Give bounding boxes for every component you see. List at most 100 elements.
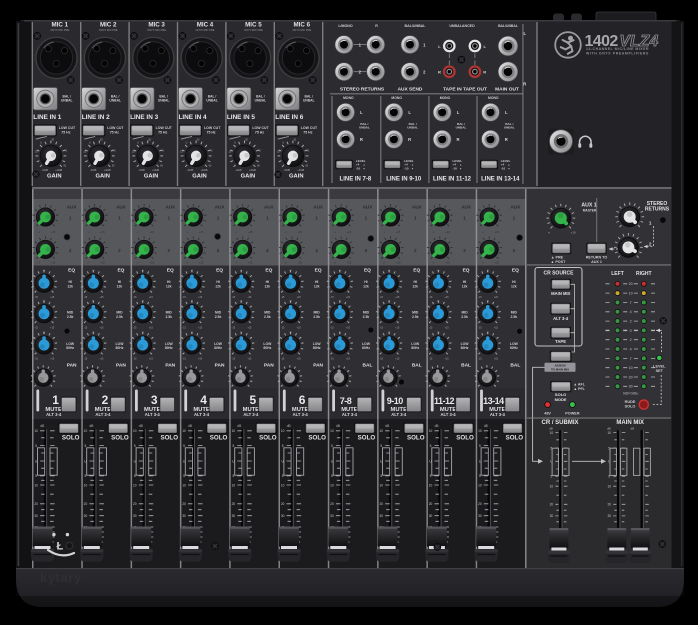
svg-text:UNBALANCED: UNBALANCED	[449, 24, 475, 28]
svg-text:AUX: AUX	[412, 205, 423, 210]
svg-text:LINE IN 4: LINE IN 4	[179, 114, 207, 121]
svg-text:L: L	[360, 110, 363, 115]
svg-text:dB: dB	[40, 424, 44, 428]
svg-text:R: R	[360, 137, 363, 142]
svg-text:5: 5	[134, 444, 136, 448]
svg-text:12k: 12k	[511, 284, 517, 288]
svg-text:10: 10	[133, 483, 137, 487]
svg-text:2.5k: 2.5k	[461, 315, 468, 319]
svg-text:ALT 3-4: ALT 3-4	[95, 412, 111, 417]
svg-text:HI: HI	[216, 280, 219, 284]
svg-text:dB: dB	[549, 426, 553, 430]
svg-text:∞: ∞	[186, 231, 188, 234]
svg-text:20: 20	[629, 282, 633, 286]
svg-text:75 Hz: 75 Hz	[61, 130, 70, 134]
svg-text:LINE IN 3: LINE IN 3	[130, 114, 158, 121]
svg-text:20: 20	[133, 502, 137, 506]
svg-text:▼: ▼	[508, 167, 510, 170]
svg-text:+15: +15	[149, 326, 154, 329]
svg-text:∞: ∞	[285, 231, 287, 234]
svg-text:MAIN MIX: MAIN MIX	[616, 420, 644, 426]
svg-text:2: 2	[513, 248, 516, 253]
svg-text:BAL: BAL	[461, 362, 471, 368]
svg-text:+15: +15	[445, 296, 450, 299]
svg-text:MAIN OUT: MAIN OUT	[495, 87, 519, 93]
svg-text:1: 1	[649, 221, 652, 226]
svg-text:SET: SET	[656, 369, 664, 373]
svg-text:10: 10	[429, 483, 433, 487]
svg-text:30: 30	[182, 514, 186, 518]
svg-text:R: R	[375, 24, 378, 28]
svg-text:12k: 12k	[117, 284, 123, 288]
svg-text:UNBAL: UNBAL	[255, 99, 267, 103]
svg-text:0dB=0dBu: 0dB=0dBu	[623, 392, 639, 396]
svg-text:LOW CUT: LOW CUT	[59, 126, 76, 130]
svg-text:LEVEL: LEVEL	[653, 364, 666, 368]
svg-text:▼: ▼	[363, 167, 365, 170]
svg-text:STEREO RETURNS: STEREO RETURNS	[340, 87, 385, 93]
svg-text:30: 30	[34, 514, 38, 518]
svg-text:SOLO: SOLO	[308, 434, 326, 441]
svg-text:SOLO: SOLO	[407, 434, 425, 441]
svg-text:dB: dB	[89, 424, 93, 428]
svg-text:5: 5	[232, 474, 234, 478]
svg-text:80Hz: 80Hz	[165, 346, 173, 350]
svg-text:MIC 1: MIC 1	[52, 22, 69, 29]
svg-text:dB: dB	[607, 426, 611, 430]
svg-text:MONO: MONO	[343, 96, 354, 100]
svg-text:7: 7	[630, 357, 632, 361]
svg-text:30: 30	[281, 514, 285, 518]
svg-text:MASTER: MASTER	[583, 209, 597, 213]
svg-text:SOLO: SOLO	[259, 434, 277, 441]
svg-text:PAN: PAN	[67, 362, 77, 368]
svg-text:HI: HI	[118, 280, 121, 284]
svg-text:EQ: EQ	[68, 268, 75, 274]
svg-text:CR SOURCE: CR SOURCE	[543, 271, 574, 277]
svg-text:20: 20	[608, 503, 612, 507]
svg-text:RETURN TO: RETURN TO	[586, 256, 608, 260]
svg-text:1: 1	[52, 393, 59, 407]
svg-text:+15: +15	[248, 230, 253, 234]
svg-text:4: 4	[630, 310, 632, 314]
svg-text:+15: +15	[494, 358, 499, 361]
svg-text:LEFT: LEFT	[611, 271, 624, 277]
svg-text:2: 2	[365, 248, 368, 253]
svg-text:dB: dB	[435, 424, 439, 428]
svg-text:+15: +15	[445, 261, 450, 265]
svg-text:dB: dB	[188, 424, 192, 428]
svg-text:ALT 3-4: ALT 3-4	[243, 412, 259, 417]
svg-text:20: 20	[84, 502, 88, 506]
svg-text:12k: 12k	[215, 284, 221, 288]
svg-text:10: 10	[84, 429, 88, 433]
svg-text:20: 20	[550, 503, 554, 507]
svg-text:HI: HI	[364, 280, 367, 284]
svg-text:∞: ∞	[482, 262, 484, 265]
svg-text:+15: +15	[100, 230, 105, 234]
svg-text:UNBAL: UNBAL	[206, 99, 218, 103]
svg-text:ONYX MIC PRE: ONYX MIC PRE	[99, 28, 118, 32]
svg-text:75 Hz: 75 Hz	[110, 130, 119, 134]
svg-text:HI: HI	[414, 280, 417, 284]
svg-text:dB: dB	[385, 424, 389, 428]
svg-text:+40dB: +40dB	[152, 169, 159, 172]
svg-text:10: 10	[281, 429, 285, 433]
svg-text:+15: +15	[494, 326, 499, 329]
svg-text:PAN: PAN	[116, 362, 126, 368]
svg-text:+15: +15	[149, 296, 154, 299]
svg-text:5: 5	[430, 444, 432, 448]
svg-text:∞: ∞	[334, 231, 336, 234]
svg-text:∞: ∞	[87, 262, 89, 265]
svg-text:EQ: EQ	[463, 268, 470, 274]
svg-text:20: 20	[232, 502, 236, 506]
svg-text:ALT 3-4: ALT 3-4	[391, 412, 407, 417]
svg-text:LOW: LOW	[214, 342, 223, 346]
svg-text:+15: +15	[395, 296, 400, 299]
svg-text:U: U	[186, 142, 188, 145]
svg-text:AUX: AUX	[363, 205, 374, 210]
svg-text:+15: +15	[395, 326, 400, 329]
svg-text:+15: +15	[396, 261, 401, 265]
svg-text:+15: +15	[149, 261, 154, 265]
svg-text:dB: dB	[139, 424, 143, 428]
svg-text:UNBAL: UNBAL	[504, 126, 515, 130]
svg-text:UNBAL: UNBAL	[456, 126, 467, 130]
